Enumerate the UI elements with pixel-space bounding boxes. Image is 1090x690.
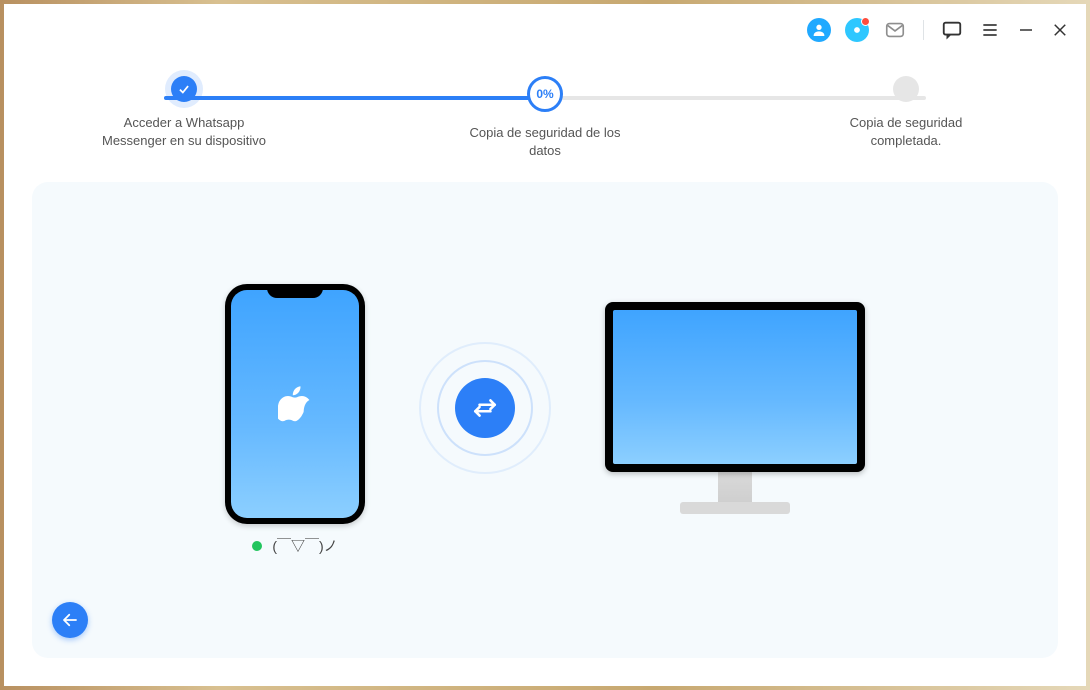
step-1: Acceder a Whatsapp Messenger en su dispo…	[94, 76, 274, 150]
phone-notch	[267, 284, 323, 298]
target-device	[605, 302, 865, 514]
phone-screen	[231, 290, 359, 518]
monitor-stand-base	[680, 502, 790, 514]
menu-icon[interactable]	[978, 18, 1002, 42]
progress-steps: Acceder a Whatsapp Messenger en su dispo…	[4, 56, 1086, 170]
feedback-icon[interactable]	[940, 18, 964, 42]
monitor-screen	[613, 310, 857, 464]
titlebar	[4, 4, 1086, 56]
account-icon[interactable]	[807, 18, 831, 42]
mail-icon[interactable]	[883, 18, 907, 42]
step-2-value: 0%	[536, 87, 553, 101]
main-panel: (￣▽￣)ノ	[32, 182, 1058, 658]
titlebar-divider	[923, 20, 924, 40]
step-3-label: Copia de seguridad completada.	[816, 114, 996, 150]
step-1-label: Acceder a Whatsapp Messenger en su dispo…	[94, 114, 274, 150]
step-2: 0% Copia de seguridad de los datos	[455, 76, 635, 160]
phone-mock	[225, 284, 365, 524]
step-3-node	[893, 76, 919, 102]
step-3: Copia de seguridad completada.	[816, 76, 996, 150]
step-2-node: 0%	[527, 76, 563, 112]
monitor-stand-neck	[718, 472, 752, 502]
step-2-label: Copia de seguridad de los datos	[455, 124, 635, 160]
app-window: Acceder a Whatsapp Messenger en su dispo…	[4, 4, 1086, 686]
device-status: (￣▽￣)ノ	[252, 536, 337, 556]
status-dot-icon	[252, 541, 262, 551]
apple-logo-icon	[278, 384, 312, 424]
source-device: (￣▽￣)ノ	[225, 284, 365, 556]
cloud-icon[interactable]	[845, 18, 869, 42]
close-button[interactable]	[1050, 20, 1070, 40]
monitor-mock	[605, 302, 865, 472]
step-1-node	[171, 76, 197, 102]
minimize-button[interactable]	[1016, 20, 1036, 40]
back-button[interactable]	[52, 602, 88, 638]
transfer-icon	[455, 378, 515, 438]
device-name: (￣▽￣)ノ	[272, 536, 337, 556]
